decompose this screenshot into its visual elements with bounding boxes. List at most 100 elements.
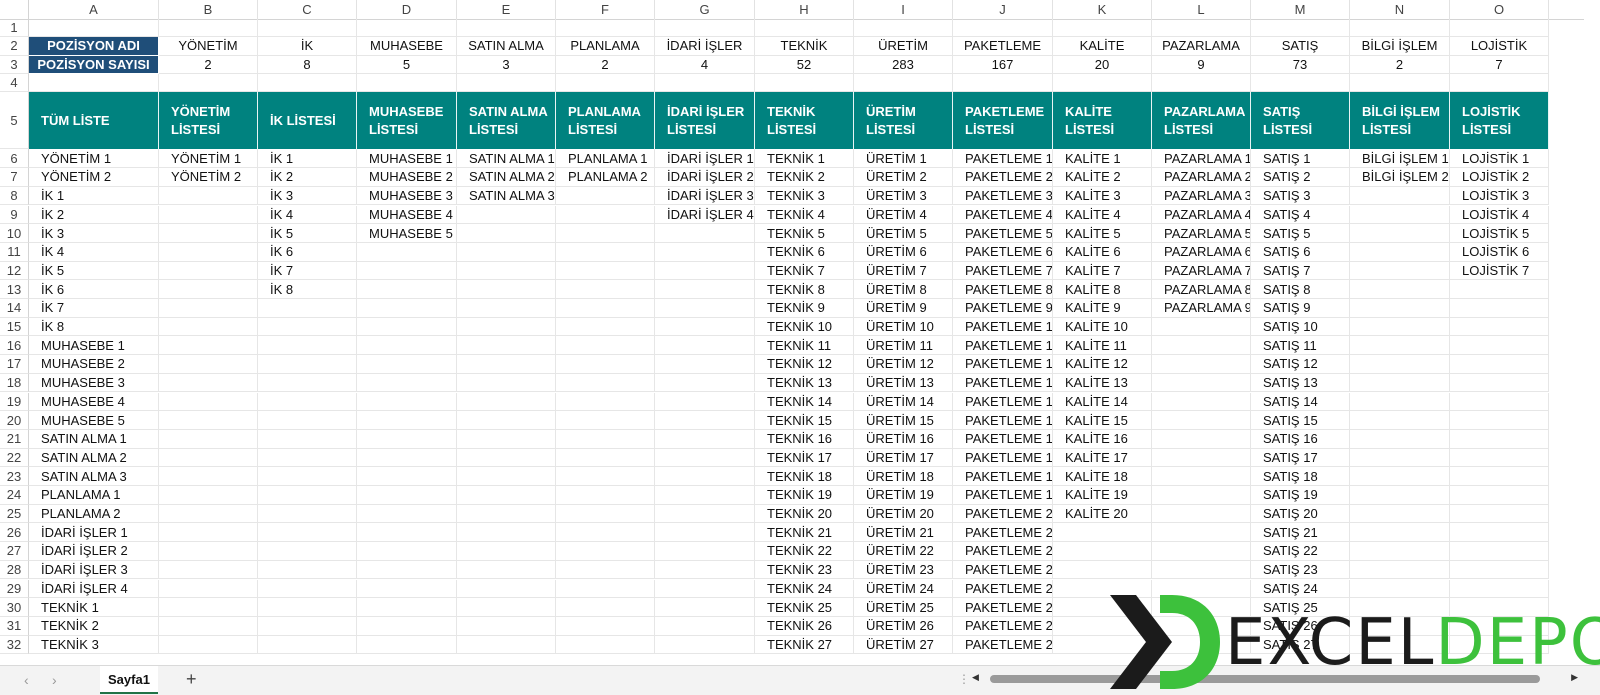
list-cell[interactable]: [1450, 317, 1549, 337]
position-name-cell[interactable]: İDARİ İŞLER: [655, 37, 755, 56]
list-cell[interactable]: PLANLAMA 1: [556, 149, 655, 169]
list-cell[interactable]: [357, 261, 457, 281]
list-cell[interactable]: PAKETLEME 23: [953, 560, 1053, 580]
list-cell[interactable]: [457, 355, 556, 374]
list-cell[interactable]: ÜRETİM 27: [854, 635, 953, 655]
chevron-right-icon[interactable]: ›: [52, 672, 57, 688]
list-cell[interactable]: [357, 598, 457, 617]
list-cell[interactable]: [1450, 542, 1549, 561]
list-cell[interactable]: [357, 448, 457, 468]
list-cell[interactable]: [1450, 467, 1549, 486]
column-header[interactable]: J: [953, 0, 1053, 19]
list-cell[interactable]: [457, 542, 556, 561]
list-cell[interactable]: ÜRETİM 10: [854, 317, 953, 337]
list-cell[interactable]: PAKETLEME 1: [953, 149, 1053, 169]
cell[interactable]: [1152, 19, 1251, 37]
list-cell[interactable]: [159, 317, 258, 337]
list-cell[interactable]: [357, 504, 457, 524]
list-cell[interactable]: KALİTE 6: [1053, 242, 1152, 262]
list-cell[interactable]: [159, 616, 258, 636]
cell[interactable]: [1251, 74, 1350, 93]
list-cell[interactable]: PAKETLEME 9: [953, 299, 1053, 318]
position-name-label[interactable]: POZİSYON ADI: [29, 37, 159, 56]
list-cell[interactable]: PAKETLEME 25: [953, 598, 1053, 617]
list-cell[interactable]: [556, 411, 655, 430]
list-cell[interactable]: [457, 579, 556, 599]
list-cell[interactable]: [457, 598, 556, 617]
list-cell[interactable]: SATIŞ 23: [1251, 560, 1350, 580]
position-name-cell[interactable]: KALİTE: [1053, 37, 1152, 56]
list-cell[interactable]: SATIŞ 1: [1251, 149, 1350, 169]
row-header[interactable]: 6: [0, 149, 29, 169]
list-cell[interactable]: [1350, 542, 1450, 561]
list-cell[interactable]: TEKNİK 2: [29, 616, 159, 636]
list-cell[interactable]: [159, 280, 258, 299]
list-cell[interactable]: [1350, 504, 1450, 524]
list-cell[interactable]: [655, 336, 755, 356]
list-cell[interactable]: PAKETLEME 12: [953, 355, 1053, 374]
list-cell[interactable]: [457, 448, 556, 468]
list-cell[interactable]: İDARİ İŞLER 4: [29, 579, 159, 599]
list-cell[interactable]: İK 1: [258, 149, 357, 169]
list-cell[interactable]: [1350, 411, 1450, 430]
list-cell[interactable]: [556, 261, 655, 281]
list-cell[interactable]: [556, 635, 655, 655]
list-cell[interactable]: [1152, 523, 1251, 543]
list-header[interactable]: PAZARLAMA LİSTESİ: [1152, 92, 1251, 150]
cell[interactable]: [854, 74, 953, 93]
list-cell[interactable]: İK 2: [258, 168, 357, 187]
cell[interactable]: [457, 74, 556, 93]
list-cell[interactable]: TEKNİK 6: [755, 242, 854, 262]
list-cell[interactable]: [1450, 373, 1549, 393]
list-cell[interactable]: İK 1: [29, 186, 159, 206]
list-cell[interactable]: [159, 467, 258, 486]
row-header[interactable]: 25: [0, 504, 29, 524]
list-cell[interactable]: [258, 392, 357, 412]
list-cell[interactable]: [1053, 523, 1152, 543]
row-header[interactable]: 2: [0, 37, 29, 56]
list-cell[interactable]: ÜRETİM 15: [854, 411, 953, 430]
row-header[interactable]: 4: [0, 74, 29, 93]
list-cell[interactable]: [1053, 542, 1152, 561]
row-header[interactable]: 15: [0, 317, 29, 337]
list-cell[interactable]: [655, 280, 755, 299]
list-cell[interactable]: [1450, 280, 1549, 299]
list-cell[interactable]: [159, 448, 258, 468]
position-count-cell[interactable]: 2: [556, 55, 655, 75]
list-cell[interactable]: ÜRETİM 14: [854, 392, 953, 412]
list-cell[interactable]: KALİTE 16: [1053, 429, 1152, 449]
list-header[interactable]: ÜRETİM LİSTESİ: [854, 92, 953, 150]
position-count-cell[interactable]: 20: [1053, 55, 1152, 75]
list-cell[interactable]: [655, 616, 755, 636]
list-cell[interactable]: [1350, 205, 1450, 225]
list-cell[interactable]: SATIŞ 14: [1251, 392, 1350, 412]
list-cell[interactable]: [655, 635, 755, 655]
list-cell[interactable]: İDARİ İŞLER 1: [655, 149, 755, 169]
list-cell[interactable]: [258, 299, 357, 318]
list-cell[interactable]: TEKNİK 13: [755, 373, 854, 393]
list-cell[interactable]: ÜRETİM 24: [854, 579, 953, 599]
list-cell[interactable]: ÜRETİM 12: [854, 355, 953, 374]
list-cell[interactable]: SATIŞ 19: [1251, 486, 1350, 505]
list-cell[interactable]: ÜRETİM 8: [854, 280, 953, 299]
row-header[interactable]: 28: [0, 560, 29, 580]
list-header[interactable]: İK LİSTESİ: [258, 92, 357, 150]
list-header[interactable]: İDARİ İŞLER LİSTESİ: [655, 92, 755, 150]
list-cell[interactable]: [258, 429, 357, 449]
position-name-cell[interactable]: İK: [258, 37, 357, 56]
list-header[interactable]: LOJİSTİK LİSTESİ: [1450, 92, 1549, 150]
list-cell[interactable]: [556, 616, 655, 636]
list-cell[interactable]: SATIŞ 15: [1251, 411, 1350, 430]
list-cell[interactable]: PAKETLEME 8: [953, 280, 1053, 299]
list-cell[interactable]: ÜRETİM 22: [854, 542, 953, 561]
cell[interactable]: [1251, 19, 1350, 37]
list-cell[interactable]: [1053, 560, 1152, 580]
list-cell[interactable]: [159, 205, 258, 225]
list-cell[interactable]: KALİTE 5: [1053, 224, 1152, 243]
list-header[interactable]: SATIN ALMA LİSTESİ: [457, 92, 556, 150]
list-cell[interactable]: [457, 486, 556, 505]
list-cell[interactable]: TEKNİK 3: [755, 186, 854, 206]
cell[interactable]: [1350, 19, 1450, 37]
list-cell[interactable]: PAKETLEME 20: [953, 504, 1053, 524]
list-cell[interactable]: SATIŞ 10: [1251, 317, 1350, 337]
